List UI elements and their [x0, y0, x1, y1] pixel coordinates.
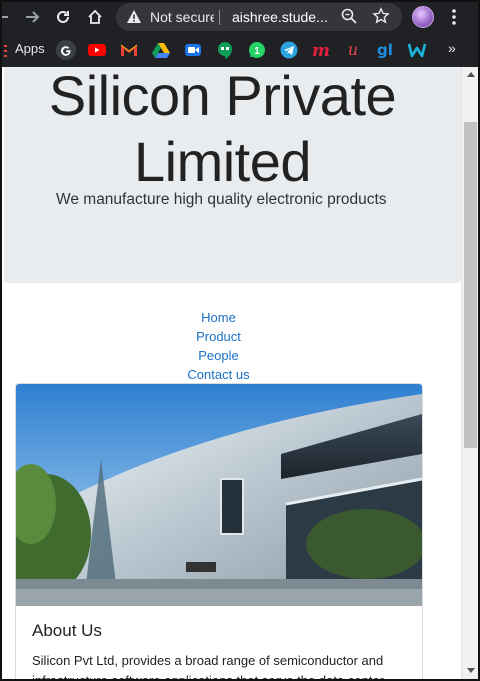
- page-title-line-1: Silicon Private: [48, 67, 397, 127]
- forward-arrow-icon: [26, 11, 40, 23]
- home-icon: [88, 9, 102, 24]
- browser-toolbar: Not secure aishree.stude...: [0, 0, 480, 34]
- back-button[interactable]: [0, 5, 14, 29]
- address-bar[interactable]: Not secure aishree.stude...: [116, 3, 402, 31]
- bookmarks-bar: Apps 1 m u gl »: [0, 34, 480, 67]
- scroll-down-arrow-icon[interactable]: [467, 668, 475, 673]
- svg-text:u: u: [348, 41, 358, 59]
- page-viewport: Silicon Private Limited We manufacture h…: [0, 67, 461, 681]
- main-nav: Home Product People Contact us: [0, 308, 437, 384]
- svg-text:gl: gl: [377, 41, 393, 59]
- about-card: About Us Silicon Pvt Ltd, provides a bro…: [15, 383, 423, 681]
- nav-link-product[interactable]: Product: [0, 327, 437, 346]
- bookmark-star-icon[interactable]: [372, 7, 390, 30]
- w-icon: [407, 43, 427, 58]
- apps-grid-icon[interactable]: [4, 45, 7, 57]
- browser-menu-button[interactable]: [446, 5, 462, 34]
- bookmark-gmail[interactable]: [118, 39, 140, 61]
- bookmark-google[interactable]: [55, 39, 77, 61]
- youtube-icon: [88, 44, 106, 56]
- building-photo: [16, 384, 422, 606]
- bookmark-youtube[interactable]: [86, 39, 108, 61]
- gl-icon: gl: [377, 41, 393, 59]
- bookmark-drive[interactable]: [150, 39, 172, 61]
- google-meet-icon: [185, 44, 201, 56]
- google-icon: [56, 40, 76, 60]
- nav-link-contact[interactable]: Contact us: [0, 365, 437, 384]
- profile-avatar[interactable]: [412, 6, 434, 28]
- scrollbar-thumb[interactable]: [464, 122, 477, 448]
- bookmark-gl[interactable]: gl: [374, 39, 396, 61]
- gmail-icon: [120, 44, 138, 56]
- svg-text:1: 1: [254, 46, 260, 57]
- m-icon: m: [312, 41, 330, 59]
- telegram-icon: [280, 41, 298, 59]
- warning-icon[interactable]: [126, 9, 142, 30]
- omnibox-divider: [219, 10, 220, 25]
- forward-button[interactable]: [20, 5, 44, 29]
- reload-icon: [57, 10, 69, 23]
- bookmark-m[interactable]: m: [310, 39, 332, 61]
- page-title-line-2: Limited: [133, 130, 312, 193]
- home-button[interactable]: [83, 5, 107, 29]
- zoom-icon[interactable]: [340, 7, 358, 30]
- bookmark-hangouts[interactable]: [214, 39, 236, 61]
- page-title: Silicon Private Limited: [4, 67, 441, 195]
- bookmarks-overflow-button[interactable]: »: [448, 40, 456, 56]
- page-scrollbar[interactable]: [461, 67, 480, 681]
- bookmark-meet[interactable]: [182, 39, 204, 61]
- nav-link-home[interactable]: Home: [0, 308, 437, 327]
- nav-link-people[interactable]: People: [0, 346, 437, 365]
- more-vertical-icon: [452, 9, 456, 25]
- hangouts-icon: [218, 42, 232, 59]
- bookmark-telegram[interactable]: [278, 39, 300, 61]
- whatsapp-icon: 1: [249, 42, 265, 58]
- security-status[interactable]: Not secure: [150, 9, 214, 25]
- google-drive-icon: [152, 43, 170, 58]
- url-text[interactable]: aishree.stude...: [232, 9, 328, 25]
- back-arrow-icon: [0, 11, 8, 23]
- about-text: Silicon Pvt Ltd, provides a broad range …: [32, 653, 384, 681]
- reload-button[interactable]: [51, 5, 75, 29]
- page-tagline: We manufacture high quality electronic p…: [56, 191, 387, 208]
- scroll-up-arrow-icon[interactable]: [467, 72, 475, 77]
- u-icon: u: [348, 41, 358, 59]
- apps-shortcut[interactable]: Apps: [15, 41, 45, 56]
- svg-text:m: m: [312, 41, 330, 59]
- bookmark-w[interactable]: [406, 39, 428, 61]
- bookmark-u[interactable]: u: [342, 39, 364, 61]
- hero-jumbotron: Silicon Private Limited We manufacture h…: [4, 67, 461, 283]
- browser-chrome: Not secure aishree.stude... Apps 1 m u g…: [0, 0, 480, 67]
- about-heading: About Us: [32, 621, 102, 640]
- bookmark-whatsapp[interactable]: 1: [246, 39, 268, 61]
